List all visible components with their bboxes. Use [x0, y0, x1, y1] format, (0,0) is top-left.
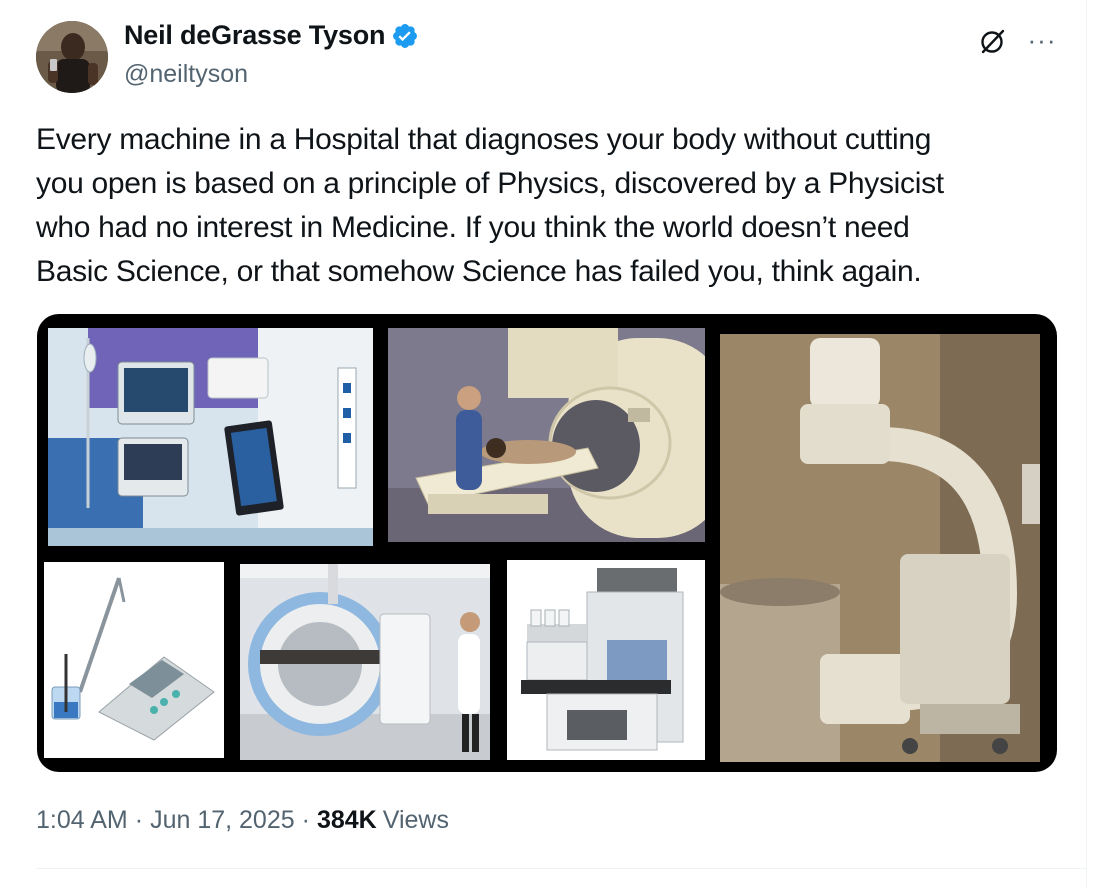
- mri-scanner-photo[interactable]: [388, 328, 705, 542]
- mass-spectrometer-photo[interactable]: [507, 560, 705, 760]
- c-arm-xray-photo[interactable]: [720, 334, 1040, 762]
- icu-monitors-photo[interactable]: [48, 328, 373, 546]
- radiation-therapy-photo[interactable]: [240, 564, 490, 760]
- author-display-name[interactable]: Neil deGrasse Tyson: [124, 20, 386, 51]
- author-name-row[interactable]: Neil deGrasse Tyson: [124, 20, 419, 51]
- tweet-time[interactable]: 1:04 AM: [36, 806, 128, 835]
- divider: [36, 868, 1086, 869]
- tweet-meta: 1:04 AM · Jun 17, 2025 · 384K Views: [36, 806, 449, 835]
- ph-meter-photo[interactable]: [44, 562, 224, 758]
- meta-separator-2: ·: [301, 806, 310, 834]
- verified-badge-icon[interactable]: [391, 22, 419, 50]
- avatar[interactable]: [36, 21, 108, 93]
- column-border: [1086, 0, 1087, 888]
- tweet-date[interactable]: Jun 17, 2025: [150, 806, 295, 835]
- views-label[interactable]: Views: [383, 806, 449, 835]
- media-grid[interactable]: [37, 314, 1057, 772]
- tweet-card: Neil deGrasse Tyson @neiltyson ··· Every…: [0, 0, 1096, 888]
- tweet-text: Every machine in a Hospital that diagnos…: [36, 123, 944, 288]
- more-options-icon[interactable]: ···: [1024, 22, 1060, 58]
- meta-separator: ·: [134, 806, 144, 834]
- views-count[interactable]: 384K: [317, 806, 377, 835]
- author-handle[interactable]: @neiltyson: [124, 60, 248, 89]
- grok-icon[interactable]: [974, 24, 1010, 60]
